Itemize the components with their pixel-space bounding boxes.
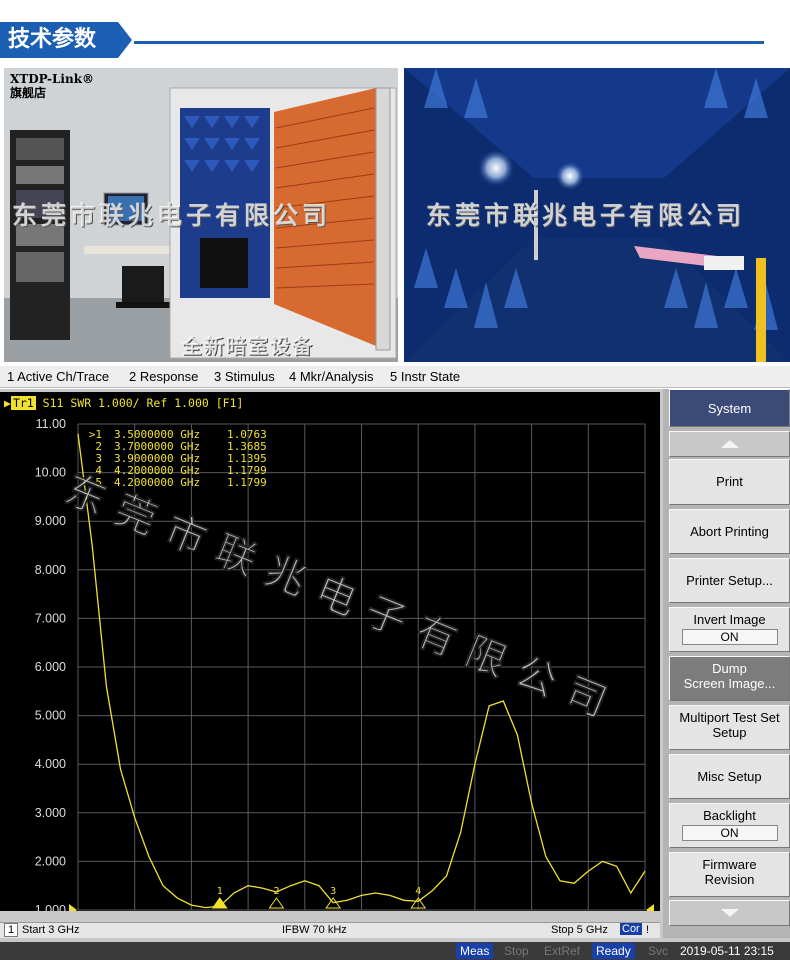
photo-anechoic-chamber: 东莞市联兆电子有限公司 [404, 68, 790, 362]
trace-format: S11 SWR 1.000/ Ref 1.000 [F1] [42, 396, 244, 410]
ready-indicator: Ready [592, 943, 635, 959]
menu-active-ch-trace[interactable]: 1 Active Ch/Trace [7, 369, 109, 384]
invert-image-value: ON [681, 629, 778, 645]
marker-label: 2 [273, 886, 279, 897]
extref-indicator: ExtRef [544, 944, 581, 958]
stop-frequency[interactable]: Stop 5 GHz [551, 924, 608, 936]
reference-level-right-marker [646, 904, 654, 911]
stop-indicator: Stop [504, 944, 529, 958]
trace-tag[interactable]: Tr1 [10, 396, 36, 410]
menu-response[interactable]: 2 Response [129, 369, 198, 384]
y-tick-label: 8.000 [35, 563, 66, 577]
scroll-down-button[interactable] [669, 900, 790, 926]
correction-indicator: Cor [620, 923, 642, 935]
scroll-up-button[interactable] [669, 431, 790, 457]
invert-image-button[interactable]: Invert Image ON [669, 607, 790, 652]
warning-indicator: ! [646, 924, 650, 936]
backlight-button[interactable]: Backlight ON [669, 803, 790, 848]
dump-screen-image-button[interactable]: Dump Screen Image... [669, 656, 790, 701]
print-button[interactable]: Print [669, 459, 790, 505]
reference-level-left-marker [69, 904, 77, 911]
photo-shielded-room: XTDP-Link® 旗舰店 东莞市联兆电子有限公司 全新暗室设备 [4, 68, 398, 362]
chevron-up-icon [720, 440, 739, 448]
menu-mkr-analysis[interactable]: 4 Mkr/Analysis [289, 369, 374, 384]
plot-watermark: 东莞市联兆电子有限公司 [58, 466, 626, 732]
y-tick-label: 11.00 [36, 417, 66, 431]
instrument-status-bar: Meas Stop ExtRef Ready Svc 2019-05-11 23… [0, 942, 790, 960]
photo-caption: 全新暗室设备 [182, 334, 314, 358]
firmware-revision-button[interactable]: Firmware Revision [669, 852, 790, 897]
printer-setup-button[interactable]: Printer Setup... [669, 558, 790, 603]
y-tick-label: 1.000 [35, 903, 66, 911]
svc-indicator: Svc [648, 944, 669, 958]
measurement-screen[interactable]: 11.00 10.00 9.000 8.000 7.000 6.000 5.000 4.000… [0, 392, 660, 911]
y-tick-label: 3.000 [35, 806, 66, 820]
vna-instrument: 11.00 10.00 9.000 8.000 7.000 6.000 5.000 4.000… [0, 389, 790, 960]
y-tick-label: 5.000 [35, 709, 66, 723]
marker-triangle [268, 897, 285, 909]
trace-header: ▶ Tr1 S11 SWR 1.000/ Ref 1.000 [F1] [4, 396, 244, 410]
menu-stimulus[interactable]: 3 Stimulus [214, 369, 275, 384]
y-tick-label: 9.000 [35, 514, 66, 528]
date-time: 2019-05-11 23:15 [680, 944, 774, 958]
banner-title: 技术参数 [0, 22, 132, 58]
marker-table-value: 1.1799 [227, 476, 267, 489]
banner-rule [134, 41, 764, 44]
y-tick-label: 10.00 [35, 466, 66, 480]
channel-number[interactable]: 1 [4, 923, 19, 937]
y-tick-label: 7.000 [35, 611, 66, 625]
softkey-title-system: System [669, 389, 790, 427]
chevron-down-icon [720, 909, 739, 917]
abort-printing-button[interactable]: Abort Printing [669, 509, 790, 554]
photo-watermark-right: 东莞市联兆电子有限公司 [426, 201, 746, 230]
menu-instr-state[interactable]: 5 Instr State [390, 369, 460, 384]
backlight-value: ON [681, 825, 778, 841]
marker-label: 4 [415, 886, 421, 897]
ifbw[interactable]: IFBW 70 kHz [282, 924, 347, 936]
start-frequency[interactable]: Start 3 GHz [22, 924, 79, 936]
misc-setup-button[interactable]: Misc Setup [669, 754, 790, 799]
marker-label: 1 [217, 886, 223, 897]
y-tick-label: 2.000 [35, 854, 66, 868]
swr-plot: 11.00 10.00 9.000 8.000 7.000 6.000 5.000 4.000… [35, 417, 654, 911]
page-banner: 技术参数 [0, 0, 790, 64]
photo-watermark-left: 东莞市联兆电子有限公司 [12, 201, 332, 230]
photo-logo: XTDP-Link® 旗舰店 [10, 72, 95, 100]
marker-triangle [211, 897, 228, 909]
marker-label: 3 [330, 886, 336, 897]
softkey-panel: System Print Abort Printing Printer Setu… [663, 389, 790, 938]
menu-bar: 1 Active Ch/Trace 2 Response 3 Stimulus … [0, 366, 790, 388]
y-tick-label: 4.000 [35, 757, 66, 771]
meas-indicator: Meas [456, 943, 494, 959]
multiport-test-set-button[interactable]: Multiport Test Set Setup [669, 705, 790, 750]
y-tick-label: 6.000 [35, 660, 66, 674]
channel-status-bar: 1 Start 3 GHz IFBW 70 kHz Stop 5 GHz Cor… [0, 922, 660, 938]
